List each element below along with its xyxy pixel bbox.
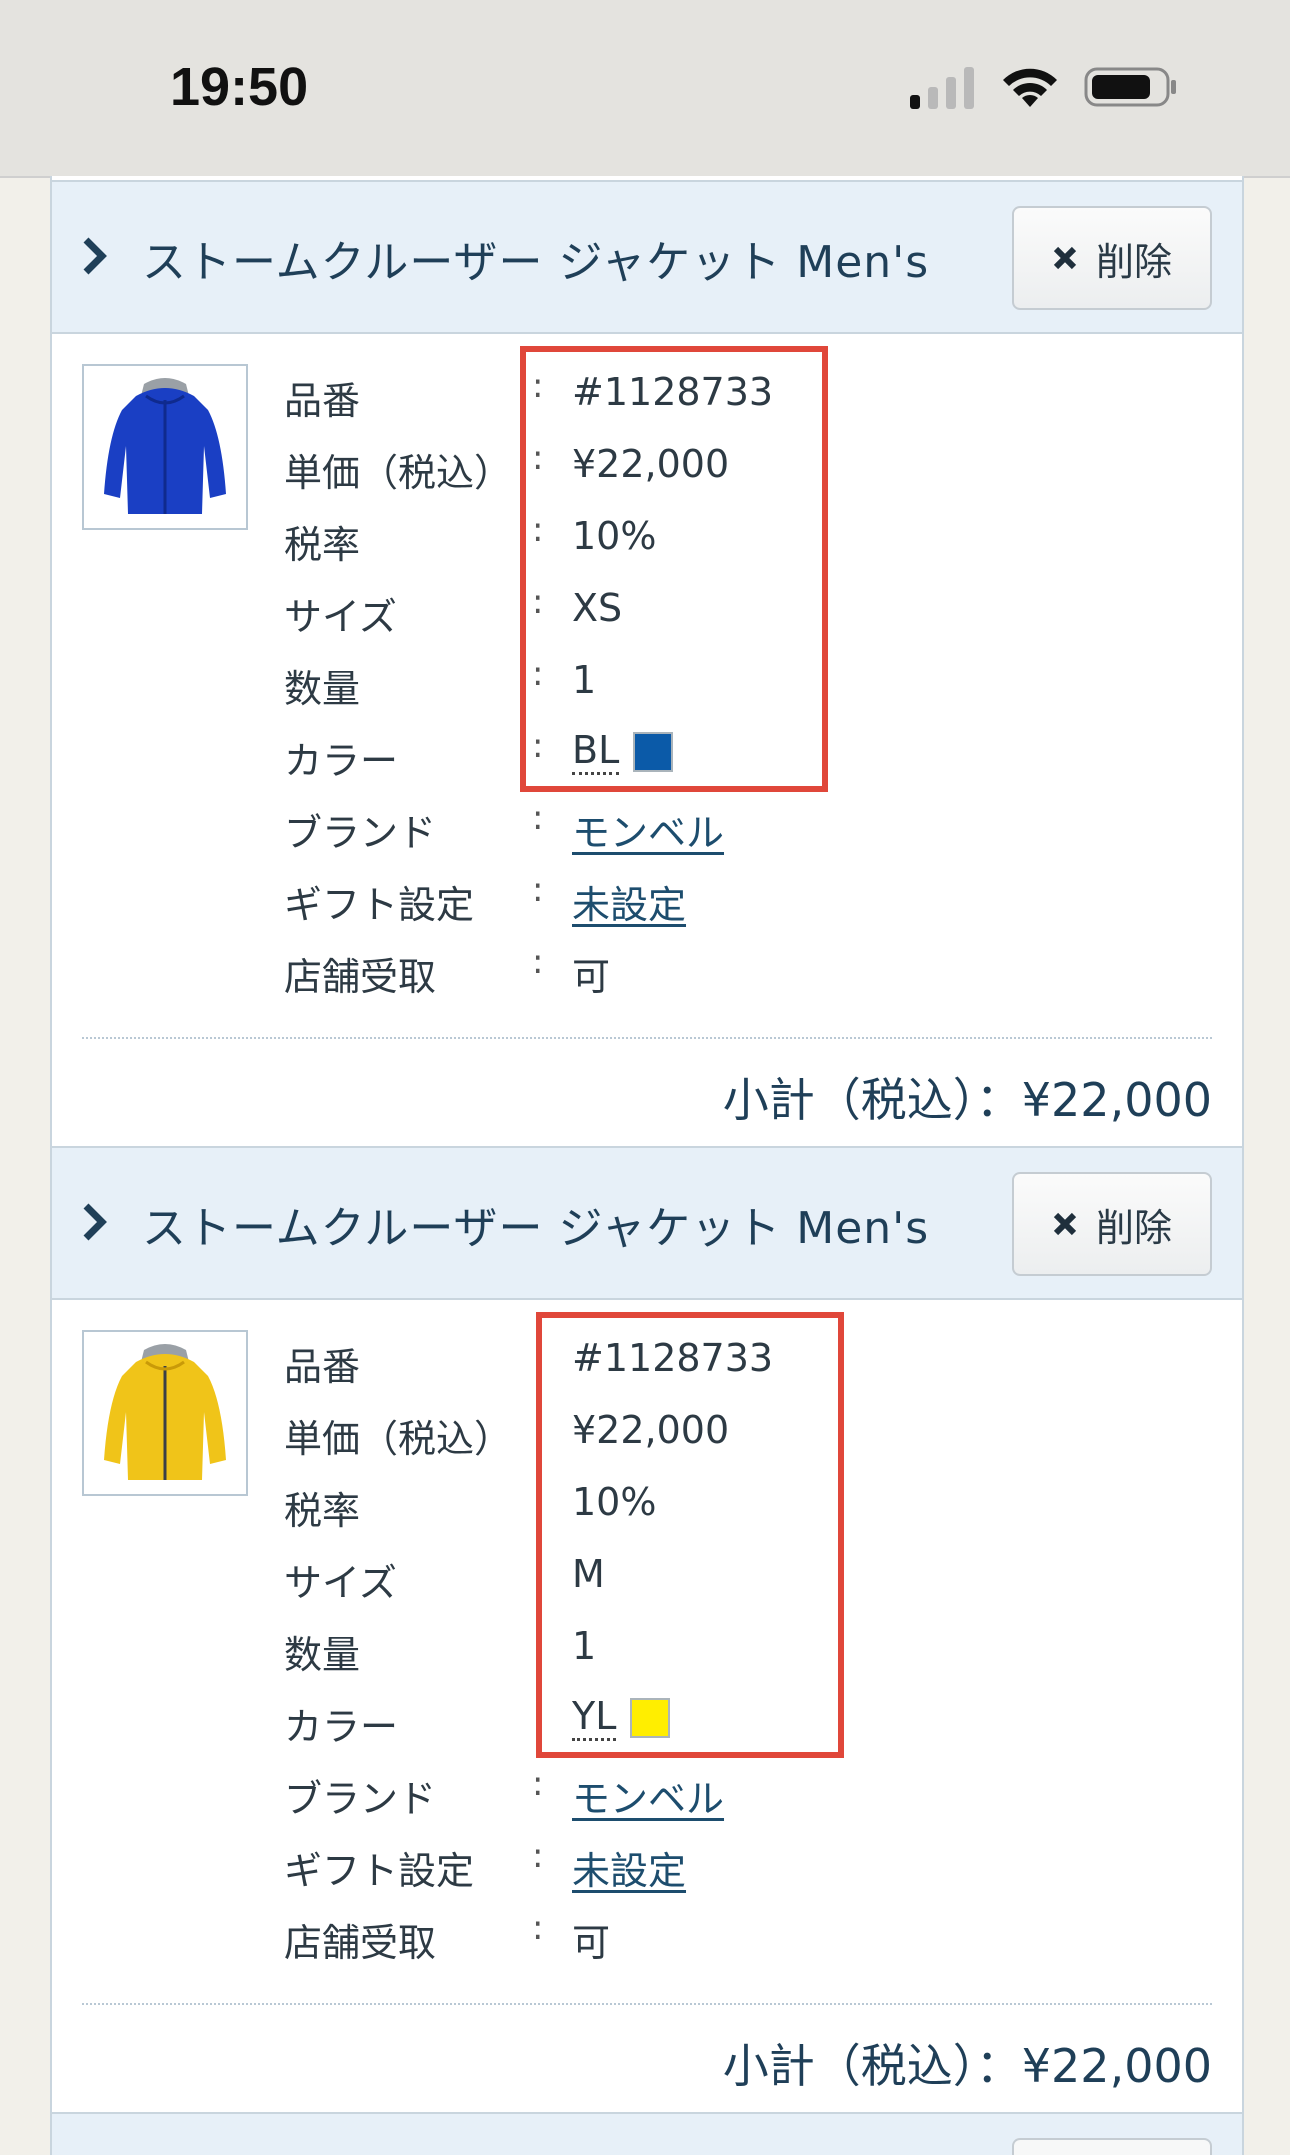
cellular-signal-icon xyxy=(910,67,974,109)
divider xyxy=(82,2003,1212,2005)
status-time: 19:50 xyxy=(170,57,309,117)
gift-setting-link[interactable]: 未設定 xyxy=(572,1840,686,1895)
chevron-right-icon[interactable] xyxy=(80,1202,110,1242)
status-icons xyxy=(910,62,1178,112)
cart-item: ストームクルーザー ジャケット Men's 削除 品番 #1128733 単価（税 xyxy=(52,1146,1242,2100)
cart-item: ストームクルーザー ジャケット Men's 削除 品番: #1128733 単価（ xyxy=(52,180,1242,1134)
delete-button[interactable]: 削除 xyxy=(1012,1172,1212,1276)
tax-rate: 10% xyxy=(572,514,657,558)
detail-label: ブランド xyxy=(284,1777,437,1821)
close-icon xyxy=(1053,1212,1077,1236)
subtotal: 小計（税込）：¥22,000 xyxy=(722,2039,1212,2093)
delete-label: 削除 xyxy=(1095,239,1172,284)
delete-label: 削除 xyxy=(1095,1205,1172,1250)
item-header: ストームクルーザー ジャケット Men's 削除 xyxy=(52,180,1242,334)
product-image[interactable] xyxy=(82,1330,248,1496)
product-number: #1128733 xyxy=(572,1336,774,1380)
subtotal: 小計（税込）：¥22,000 xyxy=(722,1073,1212,1127)
status-bar: 19:50 xyxy=(0,0,1290,178)
detail-label: サイズ xyxy=(284,595,397,639)
wifi-icon xyxy=(1003,68,1057,107)
size-value: M xyxy=(572,1552,605,1596)
delete-button[interactable]: 削除 xyxy=(1012,206,1212,310)
detail-label: 数量 xyxy=(284,667,361,711)
divider xyxy=(82,1037,1212,1039)
tax-rate: 10% xyxy=(572,1480,657,1524)
close-icon xyxy=(1053,246,1077,270)
color-code[interactable]: BL xyxy=(572,729,620,775)
detail-label: ブランド xyxy=(284,811,437,855)
chevron-right-icon[interactable] xyxy=(80,236,110,276)
item-header: ストームクルーザー ジャケット Men's 削除 xyxy=(52,1146,1242,1300)
detail-label: 数量 xyxy=(284,1633,361,1677)
unit-price: ¥22,000 xyxy=(572,1408,730,1452)
jacket-image xyxy=(104,1344,226,1480)
color-swatch xyxy=(633,732,674,773)
brand-link[interactable]: モンベル xyxy=(572,802,724,857)
detail-label: カラー xyxy=(284,739,399,783)
detail-label: ギフト設定 xyxy=(284,1849,475,1893)
detail-label: 店舗受取 xyxy=(284,1921,437,1965)
store-pickup-value: 可 xyxy=(572,1921,611,1965)
detail-label: 単価（税込） xyxy=(284,1417,513,1461)
store-pickup-value: 可 xyxy=(572,955,611,999)
detail-label: 品番 xyxy=(284,379,361,423)
color-swatch xyxy=(630,1698,671,1739)
detail-label: 税率 xyxy=(284,1489,361,1533)
unit-price: ¥22,000 xyxy=(572,442,730,486)
detail-label: 店舗受取 xyxy=(284,955,437,999)
brand-link[interactable]: モンベル xyxy=(572,1768,724,1823)
detail-label: 税率 xyxy=(284,523,361,567)
detail-label: ギフト設定 xyxy=(284,883,475,927)
detail-label: サイズ xyxy=(284,1561,397,1605)
product-image[interactable] xyxy=(82,364,248,530)
cart-page: ストームクルーザー ジャケット Men's 削除 品番: #1128733 単価（ xyxy=(50,176,1244,2155)
detail-label: カラー xyxy=(284,1705,399,1749)
size-value: XS xyxy=(572,586,623,630)
gift-setting-link[interactable]: 未設定 xyxy=(572,874,686,929)
next-item-header xyxy=(52,2112,1242,2155)
quantity-value: 1 xyxy=(572,658,597,702)
quantity-value: 1 xyxy=(572,1624,597,1668)
delete-button[interactable] xyxy=(1012,2138,1212,2155)
color-code[interactable]: YL xyxy=(572,1695,617,1741)
item-body: 品番: #1128733 単価（税込）: ¥22,000 税率:10% サイズ: XS… xyxy=(52,334,1242,1134)
detail-label: 単価（税込） xyxy=(284,451,513,495)
jacket-image xyxy=(104,378,226,514)
detail-label: 品番 xyxy=(284,1345,361,1389)
product-number: #1128733 xyxy=(572,370,774,414)
item-body: 品番 #1128733 単価（税込） ¥22,000 税率 10% サイズ M 数量 1 … xyxy=(52,1300,1242,2100)
item-title[interactable]: ストームクルーザー ジャケット Men's xyxy=(142,226,929,290)
battery-icon xyxy=(1084,67,1176,107)
item-title[interactable]: ストームクルーザー ジャケット Men's xyxy=(142,1192,929,1256)
